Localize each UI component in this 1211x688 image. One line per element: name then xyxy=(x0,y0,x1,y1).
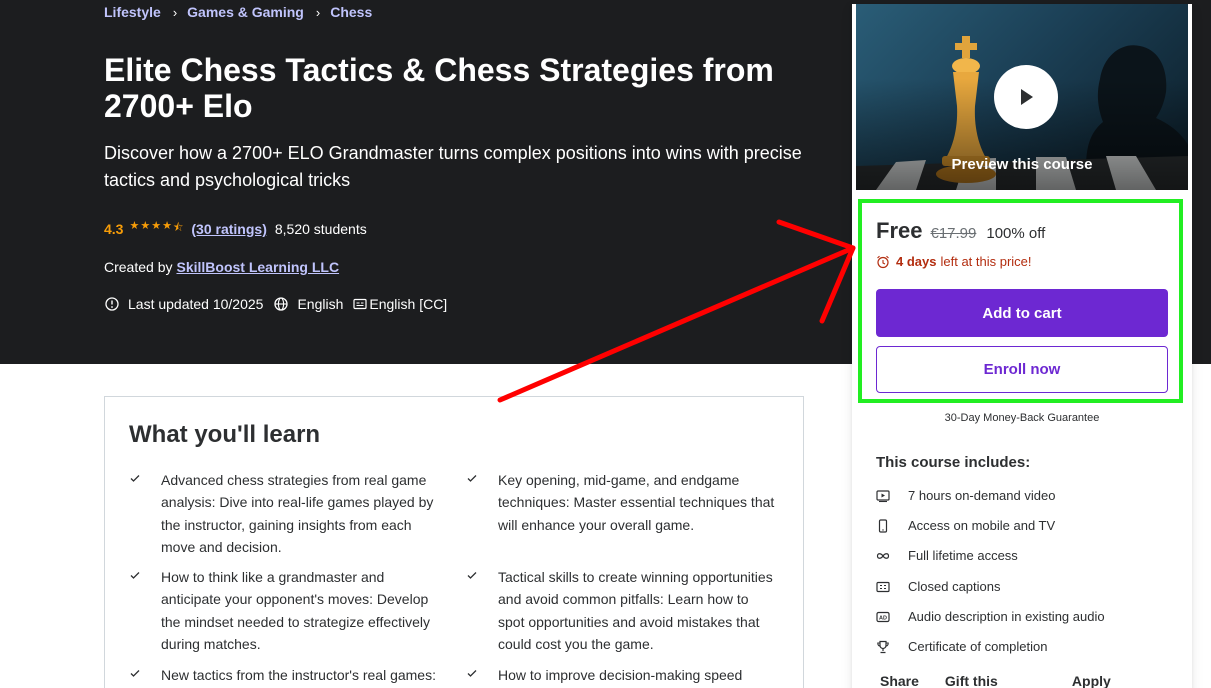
half-star-icon: ⯪ xyxy=(172,222,184,234)
star-icon: ★ xyxy=(129,220,140,232)
apply-coupon-link[interactable]: Apply Coupon xyxy=(1072,673,1166,688)
what-youll-learn: What you'll learn Advanced chess strateg… xyxy=(104,396,804,688)
check-icon xyxy=(130,670,140,677)
include-captions: Closed captions xyxy=(876,579,1001,594)
last-updated-text: Last updated 10/2025 xyxy=(128,296,264,312)
learn-item: Tactical skills to create winning opport… xyxy=(467,566,778,656)
learn-item: Advanced chess strategies from real game… xyxy=(130,469,441,559)
svg-text:AD: AD xyxy=(879,615,887,621)
globe-icon xyxy=(274,297,289,311)
learn-title: What you'll learn xyxy=(129,421,321,448)
chevron-right-icon: › xyxy=(315,4,321,20)
alert-badge-icon xyxy=(105,297,119,311)
students-count: 8,520 students xyxy=(274,220,367,237)
preview-label[interactable]: Preview this course xyxy=(856,156,1188,173)
sidebar-actions: Share Gift this course Apply Coupon xyxy=(880,673,1192,688)
money-back-guarantee: 30-Day Money-Back Guarantee xyxy=(944,412,1100,424)
course-title: Elite Chess Tactics & Chess Strategies f… xyxy=(104,52,774,124)
author-link[interactable]: SkillBoost Learning LLC xyxy=(176,259,339,275)
ratings-count-link[interactable]: (30 ratings) xyxy=(191,221,266,237)
captions-icon xyxy=(353,298,367,310)
annotation-highlight-box xyxy=(858,199,1183,403)
chevron-right-icon: › xyxy=(172,4,178,20)
include-certificate: Certificate of completion xyxy=(876,639,1047,654)
created-by: Created by SkillBoost Learning LLC xyxy=(104,259,339,275)
rating-stars: ★ ★ ★ ★ ⯪ xyxy=(129,219,183,238)
check-icon xyxy=(467,475,477,482)
breadcrumb-games-gaming[interactable]: Games & Gaming xyxy=(187,4,304,20)
star-icon: ★ xyxy=(140,220,151,232)
check-icon xyxy=(467,572,477,579)
last-updated: Last updated 10/2025 xyxy=(104,296,263,312)
learn-item: How to improve decision-making speed und… xyxy=(467,664,778,688)
learn-item: Key opening, mid-game, and endgame techn… xyxy=(467,469,778,536)
created-by-label: Created by xyxy=(104,259,173,275)
check-icon xyxy=(467,670,477,677)
learn-item: New tactics from the instructor's real g… xyxy=(130,664,441,686)
infinity-icon xyxy=(876,552,890,559)
breadcrumb-chess[interactable]: Chess xyxy=(330,4,372,20)
trophy-icon xyxy=(877,640,889,653)
learn-item: How to think like a grandmaster and anti… xyxy=(130,566,441,656)
captions-text: English [CC] xyxy=(369,296,448,312)
gift-course-link[interactable]: Gift this course xyxy=(945,673,1046,688)
course-language: English xyxy=(273,296,343,312)
language-text: English xyxy=(297,296,344,312)
star-icon: ★ xyxy=(162,220,172,232)
star-icon: ★ xyxy=(151,220,162,232)
check-icon xyxy=(130,475,140,482)
check-icon xyxy=(130,572,140,579)
video-icon xyxy=(876,489,890,502)
course-subtitle: Discover how a 2700+ ELO Grandmaster tur… xyxy=(104,143,802,190)
course-meta: Last updated 10/2025 English English [CC… xyxy=(104,296,457,312)
breadcrumb: Lifestyle › Games & Gaming › Chess xyxy=(104,4,372,20)
breadcrumb-lifestyle[interactable]: Lifestyle xyxy=(104,4,161,20)
include-lifetime: Full lifetime access xyxy=(876,548,1018,563)
includes-title: This course includes: xyxy=(876,454,1031,471)
share-link[interactable]: Share xyxy=(880,673,919,688)
audio-description-icon: AD xyxy=(876,611,890,622)
include-video: 7 hours on-demand video xyxy=(876,488,1055,503)
play-icon xyxy=(1021,89,1033,105)
mobile-icon xyxy=(878,518,888,533)
course-preview-video[interactable]: Preview this course xyxy=(856,4,1188,190)
play-button[interactable] xyxy=(994,65,1058,129)
rating-value: 4.3 xyxy=(104,220,124,237)
include-audio-description: AD Audio description in existing audio xyxy=(876,609,1105,624)
rating-row: 4.3 ★ ★ ★ ★ ⯪ (30 ratings) 8,520 student… xyxy=(104,219,367,238)
include-mobile: Access on mobile and TV xyxy=(876,518,1055,533)
course-captions: English [CC] xyxy=(353,296,447,312)
closed-captions-icon xyxy=(876,581,890,592)
